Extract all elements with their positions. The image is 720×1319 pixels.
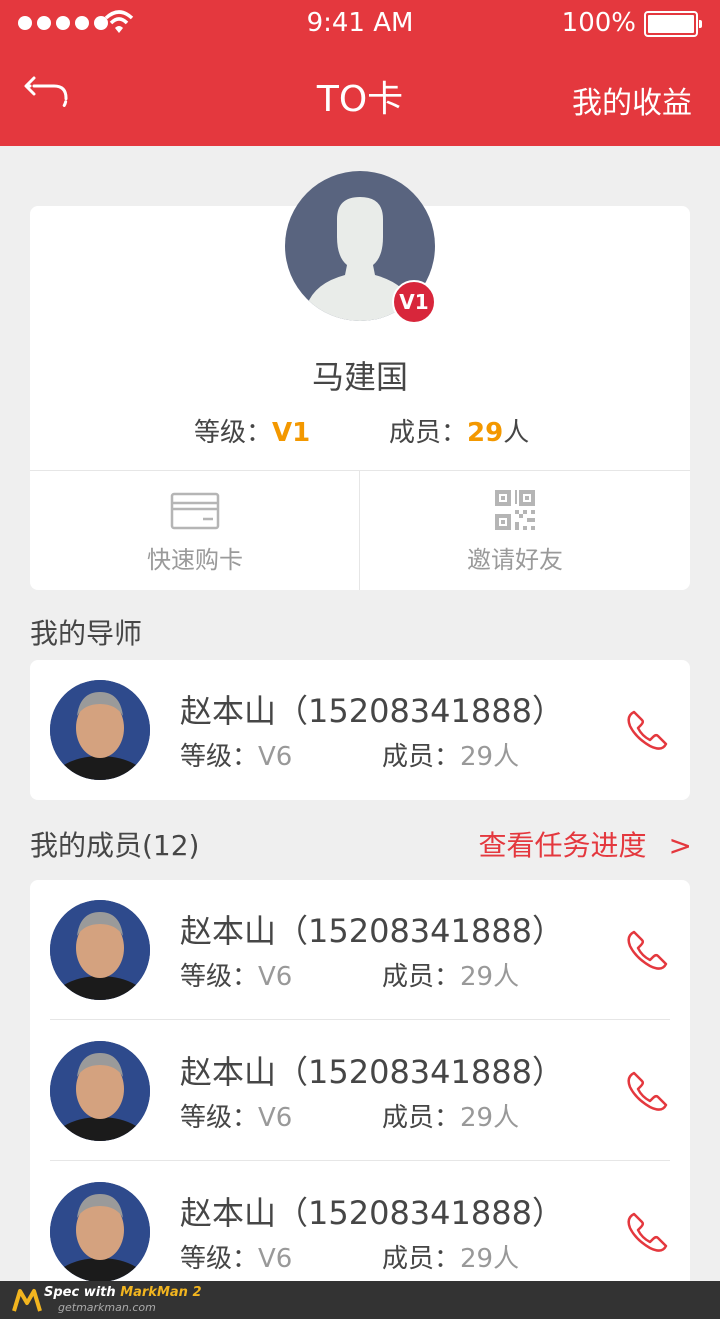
phone-icon[interactable] bbox=[626, 1210, 670, 1254]
members-unit: 人 bbox=[503, 418, 530, 448]
battery-icon bbox=[644, 11, 702, 37]
members-value: 29人 bbox=[460, 742, 520, 772]
profile-members: 成员：29人 bbox=[389, 412, 529, 449]
phone-icon[interactable] bbox=[626, 708, 670, 752]
battery-percent: 100% bbox=[561, 8, 636, 38]
footer-brand: MarkMan 2 bbox=[120, 1285, 202, 1300]
members-label: 成员： bbox=[389, 418, 468, 448]
divider bbox=[30, 470, 690, 471]
markman-logo-icon bbox=[12, 1289, 42, 1312]
members-label: 成员： bbox=[382, 1103, 461, 1133]
qrcode-icon[interactable] bbox=[485, 480, 545, 540]
markman-footer: Spec with MarkMan 2 getmarkman.com bbox=[0, 1281, 720, 1319]
person-photo-icon bbox=[50, 1041, 150, 1141]
profile-avatar[interactable]: V1 bbox=[280, 166, 440, 326]
member-name: 赵本山（15208341888） bbox=[180, 912, 564, 950]
divider bbox=[50, 1160, 670, 1161]
member-name: 赵本山（15208341888） bbox=[180, 1053, 564, 1091]
profile-name: 马建国 bbox=[311, 358, 408, 396]
divider bbox=[359, 470, 360, 590]
members-value: 29人 bbox=[460, 962, 520, 992]
invite-friends-button[interactable]: 邀请好友 bbox=[425, 540, 605, 575]
link-label: 查看任务进度 bbox=[478, 829, 647, 862]
person-photo-icon bbox=[50, 680, 150, 780]
profile-level: 等级：V1 bbox=[194, 412, 310, 449]
level-label: 等级： bbox=[180, 962, 259, 992]
member-row[interactable]: 赵本山（15208341888） 等级：V6 成员：29人 bbox=[30, 1021, 690, 1161]
level-value: V6 bbox=[258, 742, 293, 772]
members-label: 成员： bbox=[382, 962, 461, 992]
member-count: 成员：29人 bbox=[382, 956, 519, 993]
phone-icon[interactable] bbox=[626, 1069, 670, 1113]
level-value: V6 bbox=[258, 962, 293, 992]
phone-icon[interactable] bbox=[626, 928, 670, 972]
card-icon[interactable] bbox=[165, 480, 225, 540]
members-label: 成员： bbox=[382, 1244, 461, 1274]
member-level: 等级：V6 bbox=[180, 736, 292, 773]
member-level: 等级：V6 bbox=[180, 1097, 292, 1134]
quick-buy-card-button[interactable]: 快速购卡 bbox=[105, 540, 285, 575]
mentor-card: 赵本山（15208341888） 等级：V6 成员：29人 bbox=[30, 660, 690, 800]
level-value: V1 bbox=[272, 418, 311, 448]
person-photo-icon bbox=[50, 900, 150, 1000]
members-list: 赵本山（15208341888） 等级：V6 成员：29人 赵本山（152083418… bbox=[30, 880, 690, 1319]
member-count: 成员：29人 bbox=[382, 736, 519, 773]
footer-spec-with: Spec with bbox=[44, 1285, 121, 1300]
my-earnings-link[interactable]: 我的收益 bbox=[572, 78, 692, 122]
members-value: 29人 bbox=[460, 1103, 520, 1133]
members-section-title: 我的成员(12) bbox=[30, 829, 200, 862]
footer-site: getmarkman.com bbox=[58, 1301, 156, 1314]
mentor-row[interactable]: 赵本山（15208341888） 等级：V6 成员：29人 bbox=[30, 660, 690, 800]
level-value: V6 bbox=[258, 1103, 293, 1133]
footer-tagline: Spec with MarkMan 2 bbox=[44, 1285, 202, 1300]
divider bbox=[50, 1019, 670, 1020]
members-value: 29人 bbox=[460, 1244, 520, 1274]
avatar bbox=[50, 1041, 150, 1141]
members-value: 29 bbox=[467, 418, 504, 448]
chevron-right-icon: > bbox=[668, 829, 692, 862]
avatar bbox=[50, 1182, 150, 1282]
member-level: 等级：V6 bbox=[180, 1238, 292, 1275]
level-badge: V1 bbox=[392, 280, 436, 324]
level-label: 等级： bbox=[180, 742, 259, 772]
mentor-section-title: 我的导师 bbox=[30, 617, 143, 650]
level-label: 等级： bbox=[194, 418, 273, 448]
view-task-progress-link[interactable]: 查看任务进度 > bbox=[479, 824, 692, 864]
avatar bbox=[50, 900, 150, 1000]
member-name: 赵本山（15208341888） bbox=[180, 692, 564, 730]
level-label: 等级： bbox=[180, 1103, 259, 1133]
member-count: 成员：29人 bbox=[382, 1097, 519, 1134]
member-name: 赵本山（15208341888） bbox=[180, 1194, 564, 1232]
level-label: 等级： bbox=[180, 1244, 259, 1274]
members-label: 成员： bbox=[382, 742, 461, 772]
member-level: 等级：V6 bbox=[180, 956, 292, 993]
member-count: 成员：29人 bbox=[382, 1238, 519, 1275]
status-bar: 9:41 AM 100% bbox=[0, 0, 720, 48]
avatar bbox=[50, 680, 150, 780]
level-value: V6 bbox=[258, 1244, 293, 1274]
person-photo-icon bbox=[50, 1182, 150, 1282]
top-bar: 9:41 AM 100% TO卡 我的收益 bbox=[0, 0, 720, 146]
member-row[interactable]: 赵本山（15208341888） 等级：V6 成员：29人 bbox=[30, 880, 690, 1020]
